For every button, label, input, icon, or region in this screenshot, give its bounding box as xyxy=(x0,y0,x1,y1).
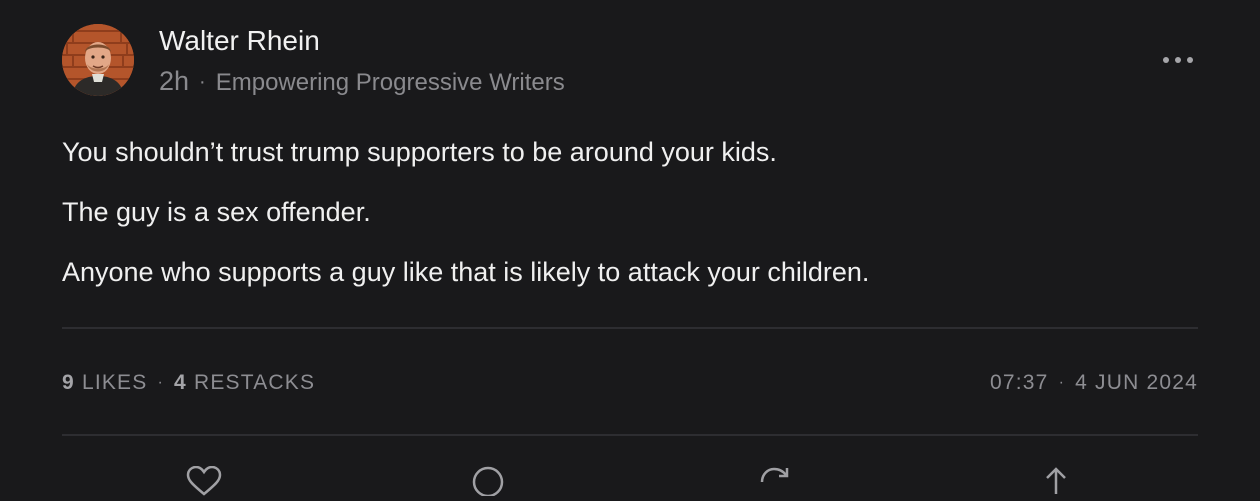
avatar[interactable] xyxy=(62,24,134,96)
post-timestamp: 07:37 · 4 JUN 2024 xyxy=(990,366,1198,402)
restacks-count[interactable]: 4 xyxy=(174,371,187,394)
avatar-image xyxy=(62,24,134,96)
divider-bottom xyxy=(62,434,1198,436)
meta-separator: · xyxy=(199,71,206,93)
post-paragraph: Anyone who supports a guy like that is l… xyxy=(62,257,870,287)
more-options-icon[interactable] xyxy=(1158,48,1198,72)
restacks-label[interactable]: RESTACKS xyxy=(194,371,315,394)
post-stats: 9 LIKES · 4 RESTACKS 07:37 · 4 JUN 2024 xyxy=(62,366,1198,400)
post-time: 07:37 xyxy=(990,371,1049,394)
likes-label[interactable]: LIKES xyxy=(82,371,148,394)
post-body: You shouldn’t trust trump supporters to … xyxy=(62,134,1202,314)
publication-name[interactable]: Empowering Progressive Writers xyxy=(216,69,565,96)
post-paragraph: The guy is a sex offender. xyxy=(62,197,371,227)
post-paragraph: You shouldn’t trust trump supporters to … xyxy=(62,137,777,167)
author-name[interactable]: Walter Rhein xyxy=(159,24,320,58)
stats-separator: · xyxy=(157,374,165,391)
divider-top xyxy=(62,327,1198,329)
note-post: Walter Rhein 2h · Empowering Progressive W… xyxy=(0,0,1260,498)
comment-icon[interactable] xyxy=(468,466,508,498)
likes-count[interactable]: 9 xyxy=(62,371,75,394)
post-age: 2h xyxy=(159,66,190,96)
share-icon[interactable] xyxy=(1036,466,1076,496)
restack-icon[interactable] xyxy=(754,466,794,496)
post-meta: 2h · Empowering Progressive Writers xyxy=(159,64,565,101)
heart-icon[interactable] xyxy=(184,465,224,496)
post-date: 4 JUN 2024 xyxy=(1075,371,1198,394)
timestamp-separator: · xyxy=(1058,374,1066,391)
